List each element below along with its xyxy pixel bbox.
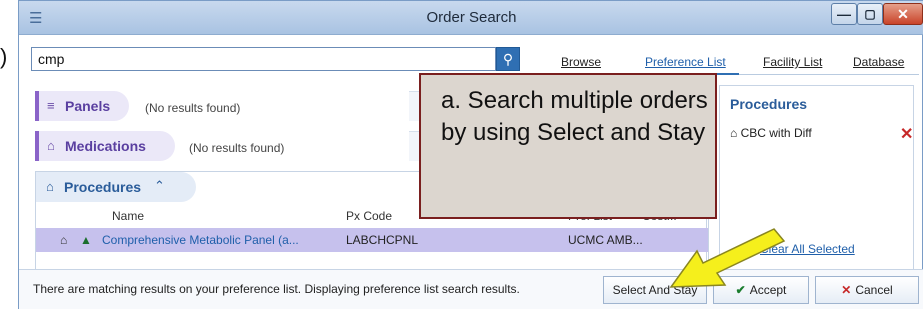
maximize-button[interactable]: ▢ (857, 3, 883, 25)
search-button[interactable]: ⚲ (496, 47, 520, 71)
column-name[interactable]: Name (112, 209, 144, 223)
group-accent (35, 131, 39, 161)
group-accent (35, 91, 39, 121)
x-icon: ✕ (841, 283, 852, 297)
search-input[interactable]: cmp (31, 47, 496, 71)
annotation-text: a. Search multiple orders by using Selec… (441, 87, 708, 146)
remove-item-icon[interactable]: ✕ (900, 124, 913, 144)
group-medications-note: (No results found) (189, 141, 285, 155)
close-button[interactable]: ✕ (883, 3, 923, 25)
result-px-code: LABCHCPNL (346, 233, 419, 247)
group-panels-note: (No results found) (145, 101, 241, 115)
group-procedures-label: Procedures (64, 179, 142, 195)
pointer-arrow (669, 228, 786, 288)
annotation-callout: a. Search multiple orders by using Selec… (419, 73, 717, 219)
home-icon: ⌂ (47, 138, 55, 153)
collapse-chevron-icon[interactable]: ⌃ (154, 178, 165, 194)
window-title: Order Search (426, 9, 517, 26)
cancel-label: Cancel (855, 283, 893, 297)
selected-title: Procedures (730, 96, 808, 112)
column-px-code[interactable]: Px Code (346, 209, 392, 223)
result-name[interactable]: Comprehensive Metabolic Panel (a... (102, 233, 299, 247)
group-panels-label: Panels (65, 98, 111, 114)
table-row[interactable]: ⌂ ▲ Comprehensive Metabolic Panel (a... … (36, 228, 708, 252)
home-icon: ⌂ (730, 126, 738, 140)
tab-browse[interactable]: Browse (561, 55, 601, 69)
minimize-button[interactable]: — (831, 3, 857, 25)
group-panels[interactable]: ≡ Panels (35, 91, 129, 121)
search-icon: ⚲ (502, 51, 514, 67)
cancel-button[interactable]: ✕ Cancel (815, 276, 919, 304)
order-search-window: ☰ Order Search — ▢ ✕ cmp ⚲ Browse Prefer… (18, 0, 923, 309)
home-icon: ⌂ (60, 233, 68, 247)
result-pref-list: UCMC AMB... (568, 233, 643, 247)
triangle-up-icon: ▲ (80, 233, 92, 247)
arrow-shape (669, 228, 786, 288)
group-medications-label: Medications (65, 138, 146, 154)
tab-facility-list[interactable]: Facility List (763, 55, 822, 69)
tab-database[interactable]: Database (853, 55, 904, 69)
group-procedures[interactable]: ⌂ Procedures ⌃ (36, 172, 196, 202)
title-bar: ☰ Order Search — ▢ ✕ (19, 1, 923, 35)
panel-icon: ≡ (47, 98, 55, 113)
tab-preference-list[interactable]: Preference List (645, 55, 726, 69)
status-message: There are matching results on your prefe… (33, 282, 520, 296)
home-icon: ⌂ (46, 179, 54, 194)
selected-item-label: CBC with Diff (740, 126, 812, 140)
group-medications[interactable]: ⌂ Medications (35, 131, 175, 161)
selected-item: ⌂ CBC with Diff (730, 126, 812, 140)
stray-parenthesis: ) (0, 44, 8, 69)
